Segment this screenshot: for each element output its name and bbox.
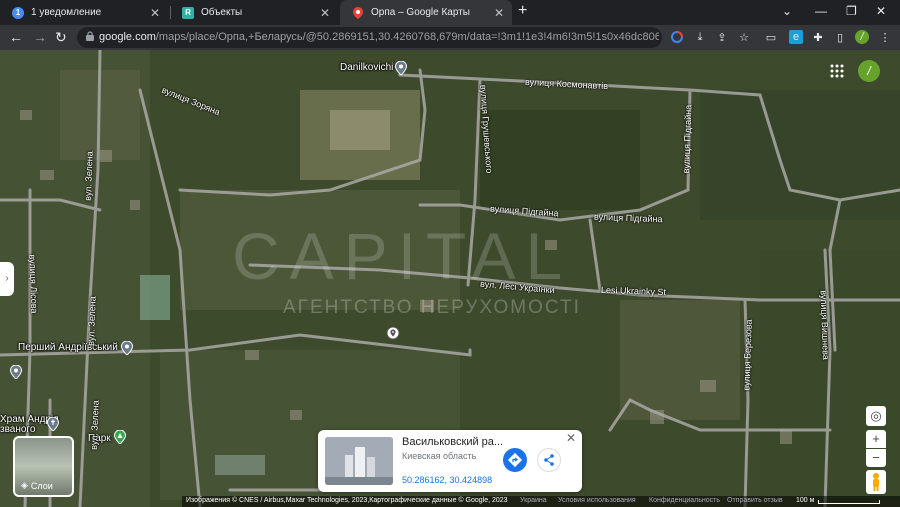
zoom-in-button[interactable]: + <box>866 430 886 448</box>
map-footer: Изображения © CNES / Airbus,Maxar Techno… <box>0 496 900 507</box>
forward-button[interactable]: → <box>33 29 47 45</box>
lock-icon <box>86 31 94 41</box>
footer-privacy[interactable]: Конфиденциальность <box>649 497 720 504</box>
notification-icon: 1 <box>12 6 24 19</box>
profile-avatar[interactable]: / <box>855 30 869 44</box>
close-window-button[interactable]: ✕ <box>876 4 886 18</box>
imagery-attribution: Изображения © CNES / Airbus,Maxar Techno… <box>186 497 508 504</box>
place-label-pershyi[interactable]: Перший Андріївський <box>18 342 118 353</box>
url-host: google.com <box>99 31 156 43</box>
back-button[interactable]: ← <box>9 29 23 45</box>
place-pin-icon[interactable] <box>395 61 407 75</box>
tab-objects[interactable]: R Объекты ✕ <box>170 0 338 25</box>
place-photo[interactable] <box>325 437 393 485</box>
place-title[interactable]: Васильковский ра... <box>402 436 503 448</box>
place-pin-icon[interactable] <box>10 365 22 379</box>
scale-label[interactable]: 100 м <box>796 497 814 504</box>
share-button[interactable] <box>537 448 561 472</box>
tab-title: 1 уведомление <box>31 7 102 18</box>
media-icon[interactable]: ▭ <box>764 30 778 44</box>
close-icon[interactable]: ✕ <box>494 6 504 20</box>
layers-label-wrap: ◈ Слои <box>21 480 53 491</box>
restore-button[interactable]: ❐ <box>846 4 857 18</box>
tab-title: Объекты <box>201 7 243 18</box>
reload-button[interactable]: ↻ <box>55 29 67 46</box>
footer-terms[interactable]: Условия использования <box>558 497 636 504</box>
church-pin-icon[interactable] <box>47 417 59 431</box>
tab-strip: 1 1 уведомление ✕ R Объекты ✕ Орпа – Goo… <box>0 0 900 25</box>
road-label: вул. Зелена <box>88 400 101 450</box>
scale-bar <box>818 500 880 504</box>
place-region: Киевская область <box>402 451 477 461</box>
menu-kebab-icon[interactable]: ⋮ <box>878 30 892 44</box>
place-info-card[interactable]: Васильковский ра... Киевская область 50.… <box>318 430 582 492</box>
share-icon[interactable]: ⇪ <box>715 30 729 44</box>
google-lens-icon[interactable] <box>670 30 684 44</box>
footer-feedback[interactable]: Отправить отзыв <box>727 497 783 504</box>
street-view-pegman-icon[interactable] <box>866 470 886 494</box>
place-coordinates[interactable]: 50.286162, 30.424898 <box>402 475 492 485</box>
layers-label: Слои <box>30 480 53 491</box>
new-tab-button[interactable]: + <box>518 2 527 20</box>
extension-app-icon[interactable]: e <box>789 30 803 44</box>
close-card-button[interactable]: ✕ <box>566 431 576 445</box>
road-label: вул. Зелена <box>85 296 98 346</box>
url-text: google.com/maps/place/Орпа,+Беларусь/@50… <box>99 31 659 43</box>
tab-google-maps[interactable]: Орпа – Google Карты ✕ <box>340 0 512 25</box>
browser-toolbar: ← → ↻ google.com/maps/place/Орпа,+Белару… <box>0 25 900 50</box>
close-icon[interactable]: ✕ <box>320 6 330 20</box>
layers-button[interactable]: ◈ Слои <box>13 436 74 497</box>
extensions-puzzle-icon[interactable]: ✚ <box>811 30 825 44</box>
google-maps-icon <box>352 6 364 19</box>
my-location-button[interactable]: ◎ <box>866 406 886 426</box>
expand-side-panel-button[interactable]: › <box>0 262 14 296</box>
place-label-danilkovichi[interactable]: Danilkovichi <box>340 62 393 73</box>
r-app-icon: R <box>182 6 194 19</box>
tab-title: Орпа – Google Карты <box>371 7 470 18</box>
tab-notifications[interactable]: 1 1 уведомление ✕ <box>0 0 168 25</box>
zoom-out-button[interactable]: − <box>866 449 886 467</box>
selected-location-marker[interactable] <box>386 326 400 340</box>
road-label: вул. Зелена <box>82 151 95 201</box>
address-bar[interactable]: google.com/maps/place/Орпа,+Беларусь/@50… <box>77 27 662 48</box>
close-icon[interactable]: ✕ <box>150 6 160 20</box>
minimize-button[interactable]: — <box>815 4 827 18</box>
road-label: вулиця Лісова <box>27 254 40 314</box>
park-pin-icon[interactable] <box>114 430 126 444</box>
watermark-subtitle: АГЕНТСТВО НЕРУХОМОСТІ <box>283 297 581 318</box>
directions-button[interactable] <box>503 448 527 472</box>
footer-country[interactable]: Украина <box>520 497 547 504</box>
url-path: /maps/place/Орпа,+Беларусь/@50.2869151,3… <box>155 31 659 43</box>
place-pin-icon[interactable] <box>121 341 133 355</box>
side-panel-icon[interactable]: ▯ <box>833 30 847 44</box>
satellite-map[interactable]: CAPITAL АГЕНТСТВО НЕРУХОМОСТІ Danilkovic… <box>0 50 900 507</box>
account-avatar[interactable]: / <box>858 60 880 82</box>
google-apps-icon[interactable] <box>830 64 844 78</box>
chevron-down-icon[interactable]: ⌄ <box>782 4 792 18</box>
bookmark-star-icon[interactable]: ☆ <box>737 30 751 44</box>
install-icon[interactable]: ⤓ <box>693 30 707 44</box>
layers-icon: ◈ <box>21 480 28 490</box>
